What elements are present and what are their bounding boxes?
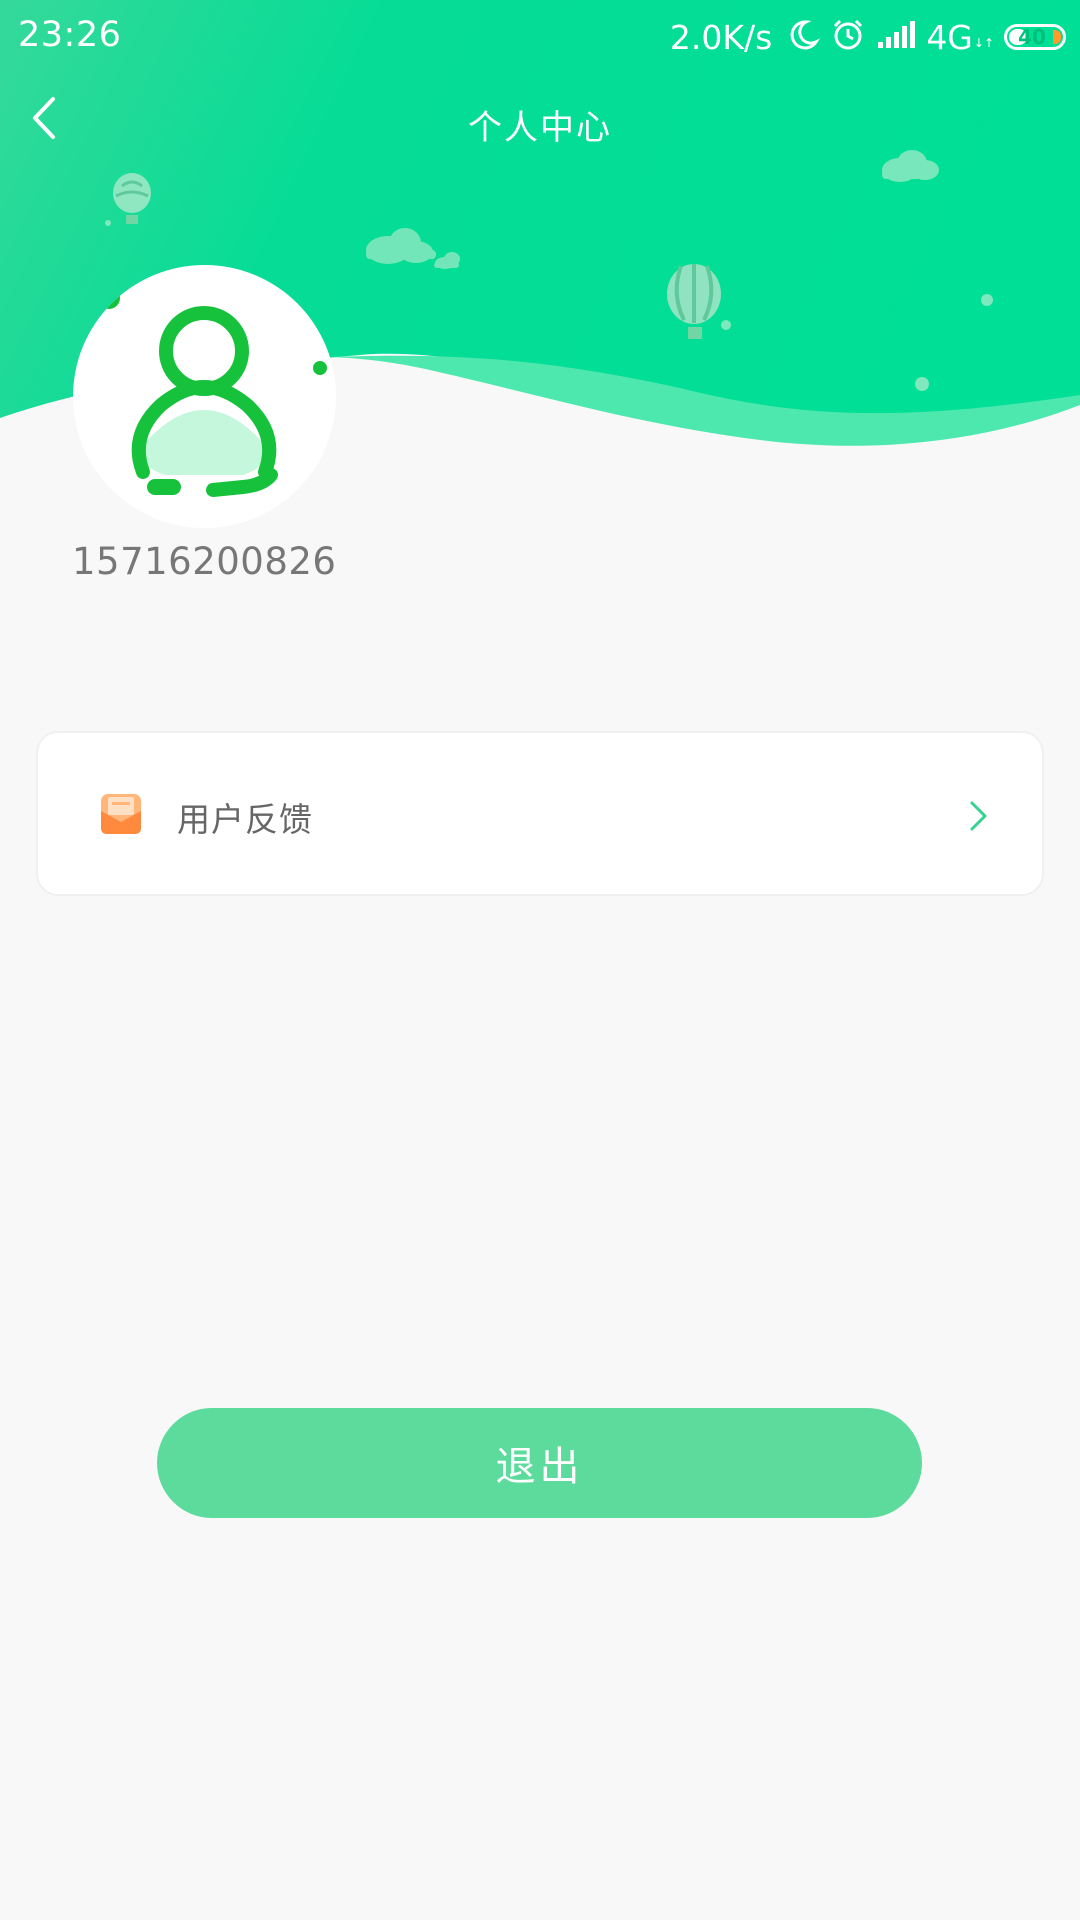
network-type-label: 4G bbox=[926, 17, 973, 57]
status-time: 23:26 bbox=[18, 15, 122, 55]
personal-center-screen: 23:26 2.0K/s 4G ↓↑ 40 个人中心 15716200826 用… bbox=[0, 0, 1080, 1920]
feedback-menu-label: 用户反馈 bbox=[177, 800, 313, 839]
chevron-right-icon bbox=[970, 801, 987, 831]
battery-level: 40 bbox=[1018, 25, 1046, 49]
moon-icon bbox=[786, 18, 821, 56]
user-icon bbox=[98, 287, 327, 497]
envelope-icon bbox=[101, 794, 141, 834]
page-title: 个人中心 bbox=[468, 108, 612, 148]
alarm-icon bbox=[830, 17, 866, 57]
user-phone-number: 15716200826 bbox=[72, 540, 337, 583]
battery-icon: 40 bbox=[1004, 24, 1066, 50]
avatar[interactable] bbox=[73, 265, 336, 528]
status-bar: 23:26 2.0K/s 4G ↓↑ 40 bbox=[0, 0, 1080, 72]
feedback-menu-item[interactable]: 用户反馈 bbox=[36, 731, 1044, 896]
network-speed: 2.0K/s bbox=[669, 17, 773, 57]
battery-tip bbox=[1053, 30, 1061, 44]
logout-button[interactable]: 退出 bbox=[157, 1408, 922, 1518]
status-indicators: 2.0K/s 4G ↓↑ 40 bbox=[670, 13, 1066, 61]
network-type: 4G ↓↑ bbox=[926, 18, 994, 57]
signal-icon bbox=[876, 20, 916, 54]
network-activity-icon: ↓↑ bbox=[973, 35, 994, 50]
